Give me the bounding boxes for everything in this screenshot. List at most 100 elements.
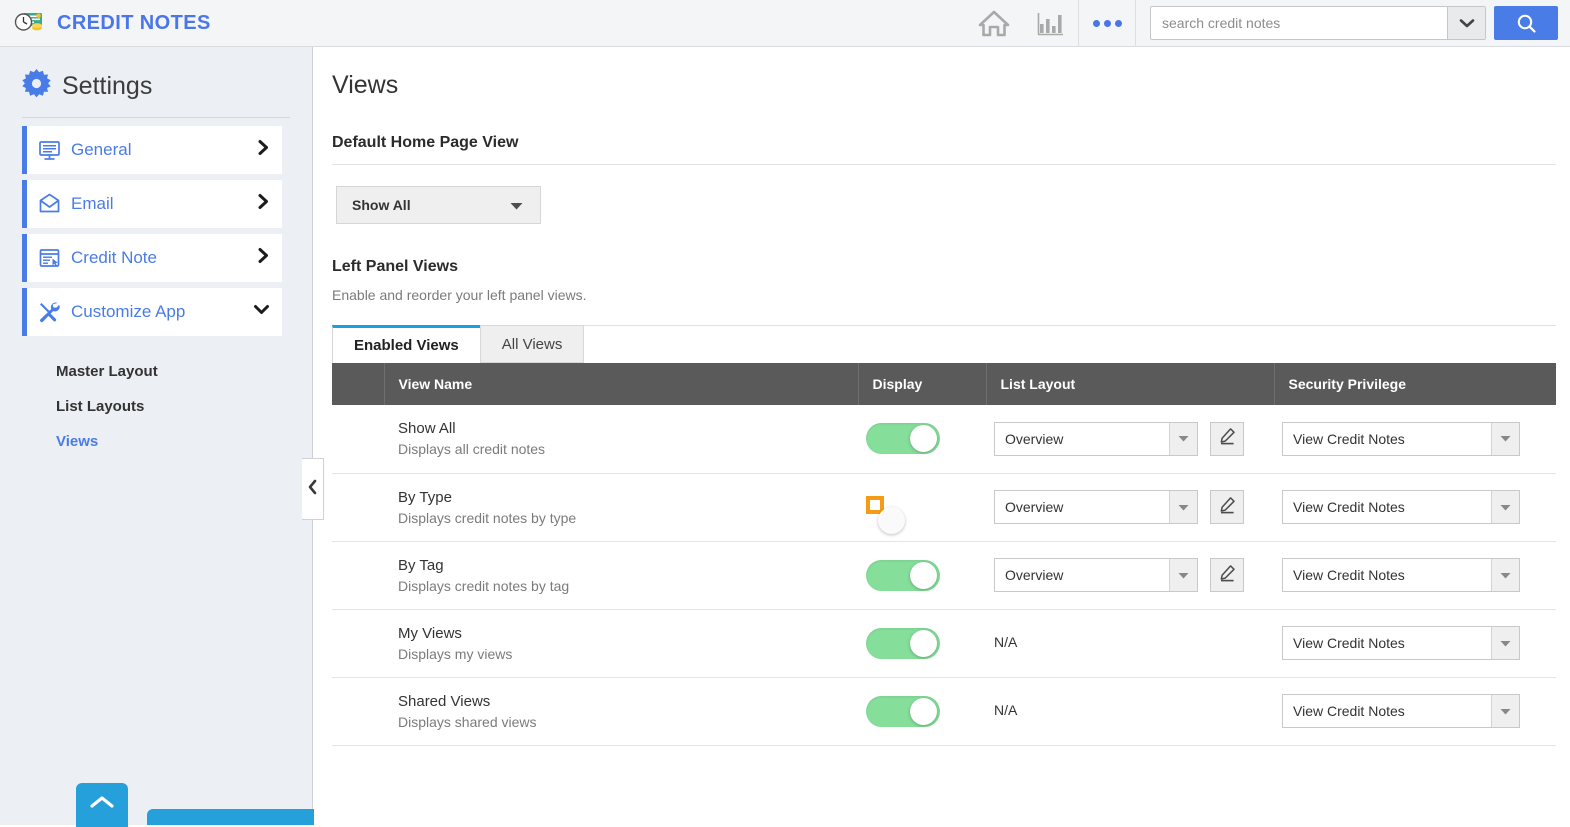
table-row: Show All Displays all credit notes Overv… [332,405,1556,474]
sidebar-item-label: Credit Note [71,248,157,267]
view-name: Shared Views [398,692,491,710]
document-window-icon [27,247,71,270]
search-box [1150,6,1486,40]
display-toggle[interactable] [866,695,940,727]
tabs-container: Enabled Views All Views [314,325,1570,363]
table-row: By Tag Displays credit notes by tag Over… [332,541,1556,610]
app-brand[interactable]: CREDIT NOTES [0,10,211,36]
view-description: Displays credit notes by tag [398,577,570,594]
pencil-edit-icon [1218,496,1236,519]
security-privilege-select[interactable]: View Credit Notes [1282,421,1520,456]
toggle-knob [878,506,905,534]
toggle-knob [910,697,937,725]
chevron-down-icon [253,303,282,321]
highlight-box [866,495,905,534]
cell-display [858,677,986,746]
app-title: CREDIT NOTES [57,11,211,34]
view-name: By Tag [398,556,444,574]
sidebar-divider [22,117,290,118]
row-drag-handle[interactable] [332,677,384,746]
cell-security-privilege: View Credit Notes [1274,541,1556,610]
view-description: Displays all credit notes [398,441,546,458]
search-button[interactable] [1494,6,1558,40]
column-header-handle [332,363,385,405]
left-panel-views-description: Enable and reorder your left panel views… [332,287,587,303]
list-layout-select[interactable]: Overview [994,558,1198,592]
sidebar-item-email[interactable]: Email [22,180,282,228]
edit-list-layout-button[interactable] [1210,558,1245,592]
sidebar-collapse-handle[interactable] [302,458,324,520]
security-privilege-select[interactable]: View Credit Notes [1282,558,1520,592]
scroll-to-top-button[interactable] [76,783,128,827]
sidebar-item-credit-note[interactable]: Credit Note [22,234,282,282]
envelope-icon [27,193,71,216]
view-name: By Type [398,488,452,506]
triangle-down-icon [1169,559,1197,591]
triangle-down-icon [1491,491,1519,523]
security-privilege-select[interactable]: View Credit Notes [1282,694,1520,728]
edit-list-layout-button[interactable] [1210,490,1245,524]
triangle-down-icon [1491,422,1519,455]
security-privilege-select[interactable]: View Credit Notes [1282,626,1520,660]
search-input[interactable] [1151,7,1447,39]
cell-view-name: My Views Displays my views [384,609,858,678]
cell-display [858,609,986,678]
triangle-down-icon [1491,695,1519,727]
column-header-view-name: View Name [384,363,859,405]
cell-security-privilege: View Credit Notes [1274,677,1556,746]
chevron-right-icon [257,193,282,215]
triangle-down-icon [495,197,523,213]
cell-display [858,405,986,474]
sidebar-item-label: Email [71,194,114,213]
triangle-down-icon [1169,491,1197,523]
display-toggle[interactable] [866,559,940,591]
bar-chart-icon[interactable] [1022,0,1078,47]
tab-all-views[interactable]: All Views [479,325,585,363]
view-description: Displays credit notes by type [398,509,577,526]
toggle-knob [910,629,937,657]
display-toggle[interactable] [866,423,940,455]
more-dots-icon[interactable] [1079,0,1135,47]
cell-list-layout: Overview [986,405,1274,474]
top-bar: CREDIT NOTES [0,0,1570,47]
list-layout-value: Overview [1005,499,1064,515]
sidebar-subitem-master-layout[interactable]: Master Layout [56,354,312,389]
security-privilege-value: View Credit Notes [1293,567,1405,583]
triangle-down-icon [1491,559,1519,591]
table-header-row: View Name Display List Layout Security P… [332,363,1556,405]
row-drag-handle[interactable] [332,541,384,610]
triangle-down-icon [1169,422,1197,455]
list-layout-value: N/A [994,702,1018,718]
cell-security-privilege: View Credit Notes [1274,609,1556,678]
list-layout-value: Overview [1005,567,1064,583]
sidebar-item-general[interactable]: General [22,126,282,174]
column-header-display: Display [858,363,987,405]
display-toggle[interactable] [866,627,940,659]
security-privilege-value: View Credit Notes [1293,499,1405,515]
edit-list-layout-button[interactable] [1210,421,1245,456]
default-home-page-view-select[interactable]: Show All [336,186,541,224]
sidebar-subitem-views[interactable]: Views [56,424,312,459]
list-layout-select[interactable]: Overview [994,421,1198,456]
cell-view-name: Show All Displays all credit notes [384,405,858,474]
list-layout-value: N/A [994,634,1018,650]
page-title: Views [332,71,399,99]
chevron-down-icon[interactable] [1447,7,1485,39]
sidebar-subnav: Master Layout List Layouts Views [0,342,312,459]
row-drag-handle[interactable] [332,609,384,678]
toggle-knob [910,425,937,453]
security-privilege-select[interactable]: View Credit Notes [1282,490,1520,524]
row-drag-handle[interactable] [332,473,384,542]
cell-display [858,541,986,610]
tools-icon [27,300,71,324]
tab-enabled-views[interactable]: Enabled Views [332,325,481,363]
table-row: My Views Displays my views N/A View Cred… [332,609,1556,678]
sidebar-subitem-list-layouts[interactable]: List Layouts [56,389,312,424]
cell-view-name: By Type Displays credit notes by type [384,473,858,542]
row-drag-handle[interactable] [332,405,384,474]
sidebar-item-customize-app[interactable]: Customize App [22,288,282,336]
home-icon[interactable] [966,0,1022,47]
cell-list-layout: N/A [986,677,1274,746]
list-layout-select[interactable]: Overview [994,490,1198,524]
toggle-knob [910,561,937,589]
